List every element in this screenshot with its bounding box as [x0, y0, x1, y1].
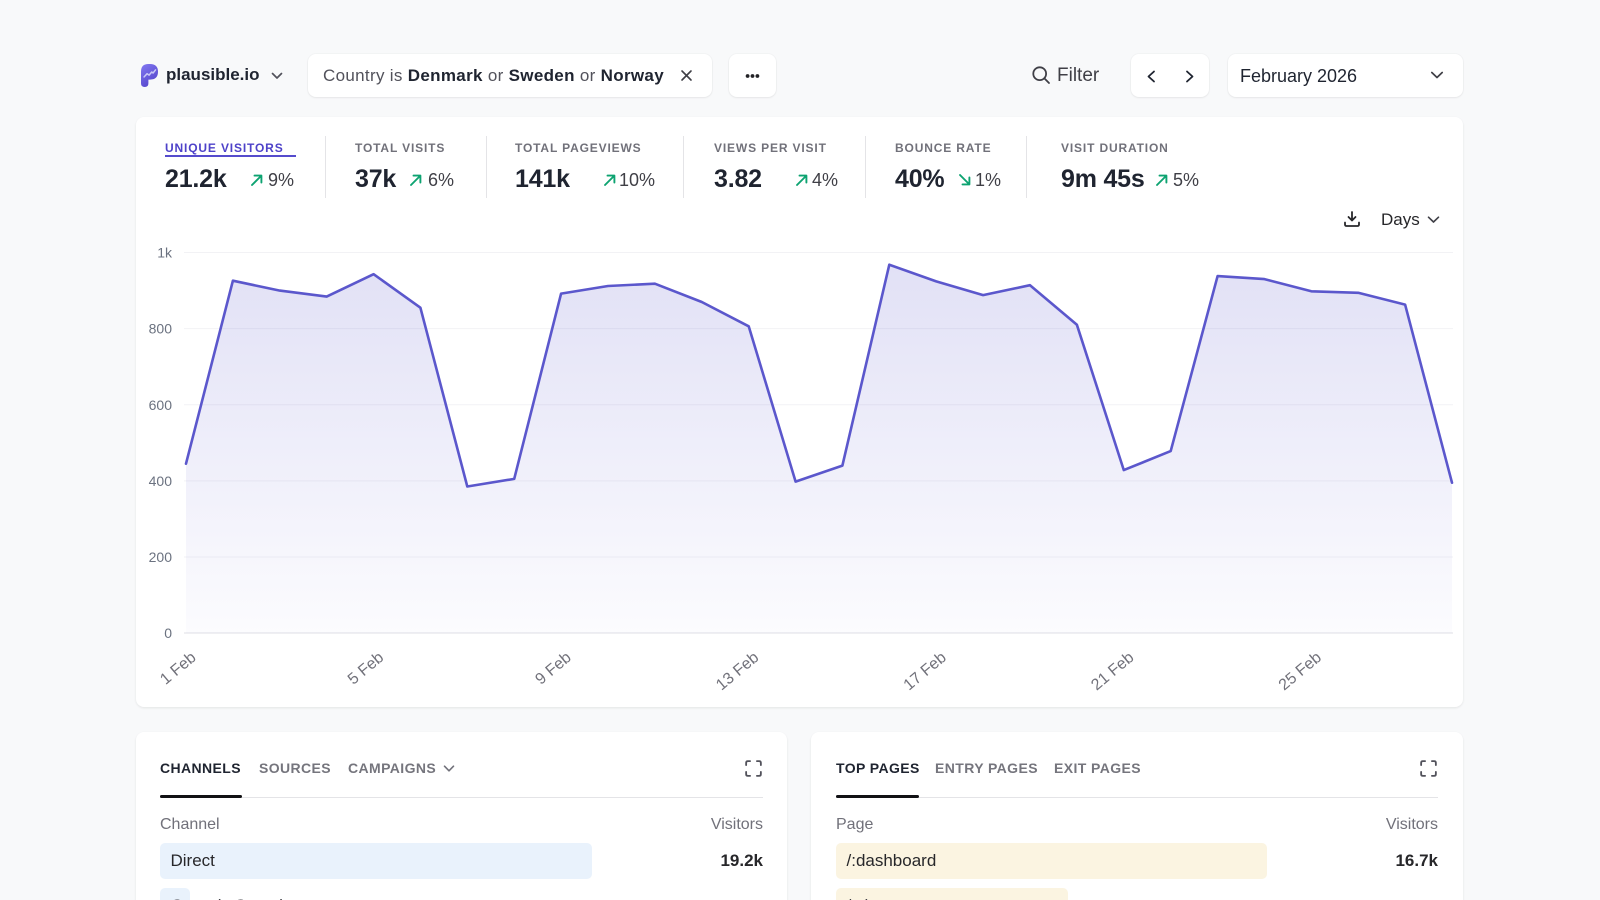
svg-text:800: 800	[149, 321, 173, 337]
svg-text:400: 400	[149, 473, 173, 489]
svg-text:200: 200	[149, 549, 173, 565]
svg-text:1k: 1k	[157, 245, 173, 261]
svg-text:1 Feb: 1 Feb	[157, 649, 199, 688]
svg-text:9 Feb: 9 Feb	[532, 649, 574, 688]
svg-text:5 Feb: 5 Feb	[345, 649, 387, 688]
svg-text:13 Feb: 13 Feb	[713, 649, 762, 694]
svg-text:25 Feb: 25 Feb	[1276, 649, 1325, 694]
svg-text:0: 0	[164, 625, 172, 641]
svg-text:600: 600	[149, 397, 173, 413]
svg-text:17 Feb: 17 Feb	[901, 649, 950, 694]
svg-text:21 Feb: 21 Feb	[1088, 649, 1137, 694]
